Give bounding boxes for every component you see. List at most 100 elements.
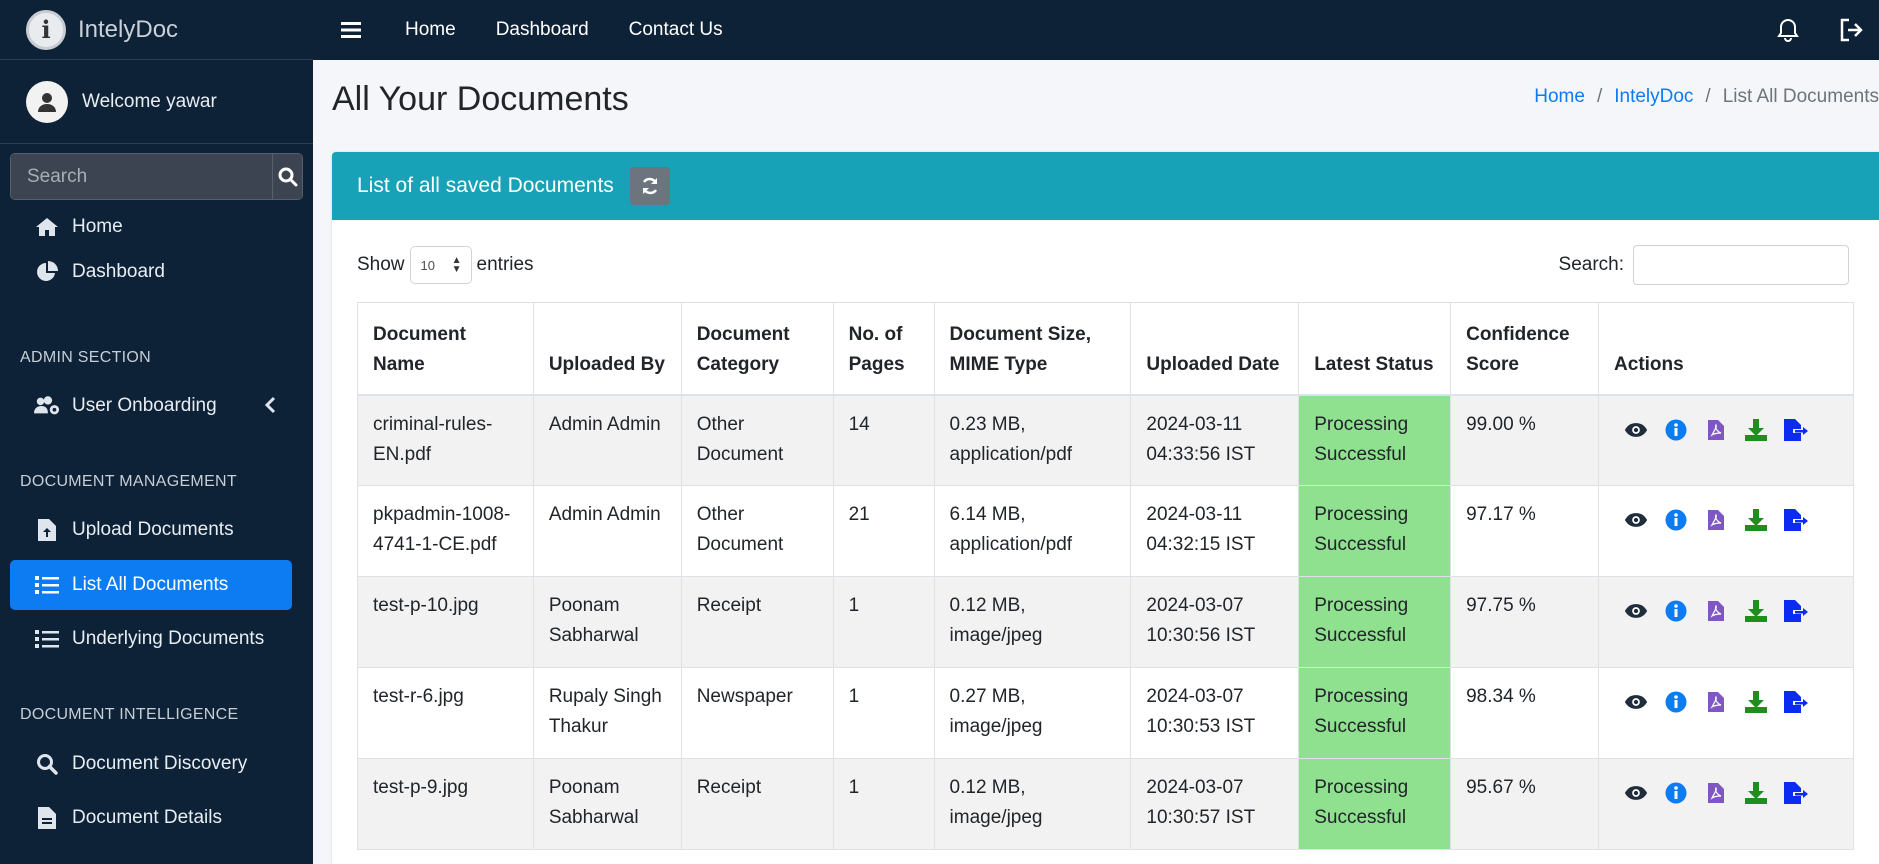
cell-no-of-pages: 1 (832, 758, 935, 850)
refresh-button[interactable] (629, 167, 670, 205)
sidebar-search-button[interactable] (272, 154, 302, 199)
cell-line: 0.12 MB, (949, 595, 1026, 616)
pdf-icon[interactable] (1704, 599, 1728, 623)
cell-line: 04:32:15 IST (1146, 534, 1256, 555)
cell-line: 2024-03-07 (1146, 686, 1244, 707)
sidebar-item-home[interactable]: Home (10, 202, 292, 252)
eye-icon[interactable] (1624, 781, 1648, 805)
cell-line: Rupaly Singh (548, 686, 662, 707)
list-icon (34, 572, 60, 598)
th-line: Document (696, 323, 790, 345)
cell-no-of-pages: 1 (832, 576, 935, 668)
menu-toggle[interactable] (341, 0, 365, 60)
cell-line: Newspaper (696, 686, 793, 707)
col-latest-status[interactable]: Latest Status (1298, 302, 1452, 396)
th-line: Score (1466, 353, 1519, 375)
cell-line: Admin Admin (548, 413, 661, 435)
col-uploaded-date[interactable]: Uploaded Date (1130, 302, 1300, 396)
pdf-icon[interactable] (1704, 690, 1728, 714)
eye-icon[interactable] (1624, 690, 1648, 714)
cell-line: test-p-9.jpg (373, 777, 469, 798)
export-icon[interactable] (1784, 781, 1809, 805)
breadcrumb: Home / IntelyDoc / List All Documents (1534, 86, 1879, 108)
export-icon[interactable] (1784, 418, 1809, 442)
sidebar-item-document-details[interactable]: Document Details (10, 793, 292, 843)
brand-link[interactable]: i IntelyDoc (0, 0, 313, 60)
download-icon[interactable] (1744, 690, 1768, 714)
th-line: MIME Type (949, 353, 1048, 375)
breadcrumb-home[interactable]: Home (1534, 86, 1585, 108)
col-document-name[interactable]: Document Name (357, 302, 534, 396)
bell-icon[interactable] (1777, 18, 1799, 42)
cell-line: Receipt (696, 777, 762, 798)
info-icon[interactable] (1664, 781, 1688, 805)
logout-icon[interactable] (1839, 18, 1865, 42)
entries-select[interactable]: 10 ▲ ▼ (409, 246, 472, 284)
sidebar-item-dashboard[interactable]: Dashboard (10, 247, 292, 297)
cell-line: 10:30:56 IST (1146, 625, 1256, 646)
topbar-right (1777, 0, 1865, 60)
pdf-icon[interactable] (1704, 508, 1728, 532)
info-icon[interactable] (1664, 690, 1688, 714)
cell-confidence-score: 97.17 % (1450, 485, 1600, 577)
user-panel: Welcome yawar (0, 60, 313, 144)
breadcrumb-current: List All Documents (1722, 86, 1879, 107)
brand-logo-letter: i (41, 15, 51, 44)
top-navbar: Home Dashboard Contact Us (313, 0, 1879, 60)
col-confidence-score[interactable]: Confidence Score (1450, 302, 1600, 396)
export-icon[interactable] (1784, 508, 1809, 532)
cell-line: Sabharwal (548, 807, 639, 828)
card-title: List of all saved Documents (357, 174, 614, 197)
cell-line: test-r-6.jpg (373, 686, 464, 707)
export-icon[interactable] (1784, 690, 1809, 714)
col-no-of-pages[interactable]: No. of Pages (832, 302, 935, 396)
download-icon[interactable] (1744, 418, 1768, 442)
eye-icon[interactable] (1624, 418, 1648, 442)
eye-icon[interactable] (1624, 508, 1648, 532)
cell-document-name: test-p-10.jpg (357, 576, 534, 668)
download-icon[interactable] (1744, 781, 1768, 805)
cell-uploaded-by: Rupaly Singh Thakur (532, 667, 682, 759)
sidebar-item-upload-documents[interactable]: Upload Documents (10, 505, 292, 555)
sidebar: i IntelyDoc Welcome yawar Home Dashboard… (0, 0, 313, 864)
cell-uploaded-by: Admin Admin (532, 485, 682, 577)
cell-line: Processing (1314, 595, 1409, 616)
chevron-left-icon[interactable] (264, 396, 276, 414)
cell-document-size: 0.23 MB, application/pdf (933, 394, 1132, 486)
welcome-text[interactable]: Welcome yawar (82, 91, 217, 113)
file-icon (34, 805, 60, 831)
pdf-icon[interactable] (1704, 418, 1728, 442)
table-search-input[interactable] (1633, 245, 1849, 285)
cell-no-of-pages: 1 (832, 667, 935, 759)
user-icon (38, 92, 56, 112)
th-line: Name (373, 353, 425, 375)
col-uploaded-by[interactable]: Uploaded By (532, 302, 682, 396)
avatar[interactable] (26, 80, 68, 123)
info-icon[interactable] (1664, 599, 1688, 623)
info-icon[interactable] (1664, 418, 1688, 442)
topnav-dashboard[interactable]: Dashboard (496, 19, 589, 41)
pdf-icon[interactable] (1704, 781, 1728, 805)
cell-uploaded-by: Poonam Sabharwal (532, 576, 682, 668)
sidebar-search-input[interactable] (11, 154, 272, 199)
info-icon[interactable] (1664, 508, 1688, 532)
col-document-size[interactable]: Document Size, MIME Type (933, 302, 1132, 396)
nav-header-document-intelligence: DOCUMENT INTELLIGENCE (20, 706, 239, 723)
breadcrumb-app[interactable]: IntelyDoc (1614, 86, 1693, 108)
eye-icon[interactable] (1624, 599, 1648, 623)
cell-line: test-p-10.jpg (373, 595, 479, 616)
col-document-category[interactable]: Document Category (680, 302, 834, 396)
brand-logo-icon: i (26, 9, 66, 50)
export-icon[interactable] (1784, 599, 1809, 623)
sidebar-item-list-all-documents[interactable]: List All Documents (10, 560, 292, 610)
sidebar-item-underlying-documents[interactable]: Underlying Documents (10, 614, 292, 664)
download-icon[interactable] (1744, 599, 1768, 623)
topnav-home[interactable]: Home (405, 19, 456, 41)
cell-line: 2024-03-07 (1146, 777, 1244, 798)
download-icon[interactable] (1744, 508, 1768, 532)
sidebar-item-document-discovery[interactable]: Document Discovery (10, 739, 292, 789)
topnav-contact-us[interactable]: Contact Us (629, 19, 723, 41)
sidebar-item-label: List All Documents (72, 574, 229, 595)
sidebar-item-user-onboarding[interactable]: User Onboarding (10, 381, 292, 431)
cell-line: 0.12 MB, (949, 777, 1026, 798)
